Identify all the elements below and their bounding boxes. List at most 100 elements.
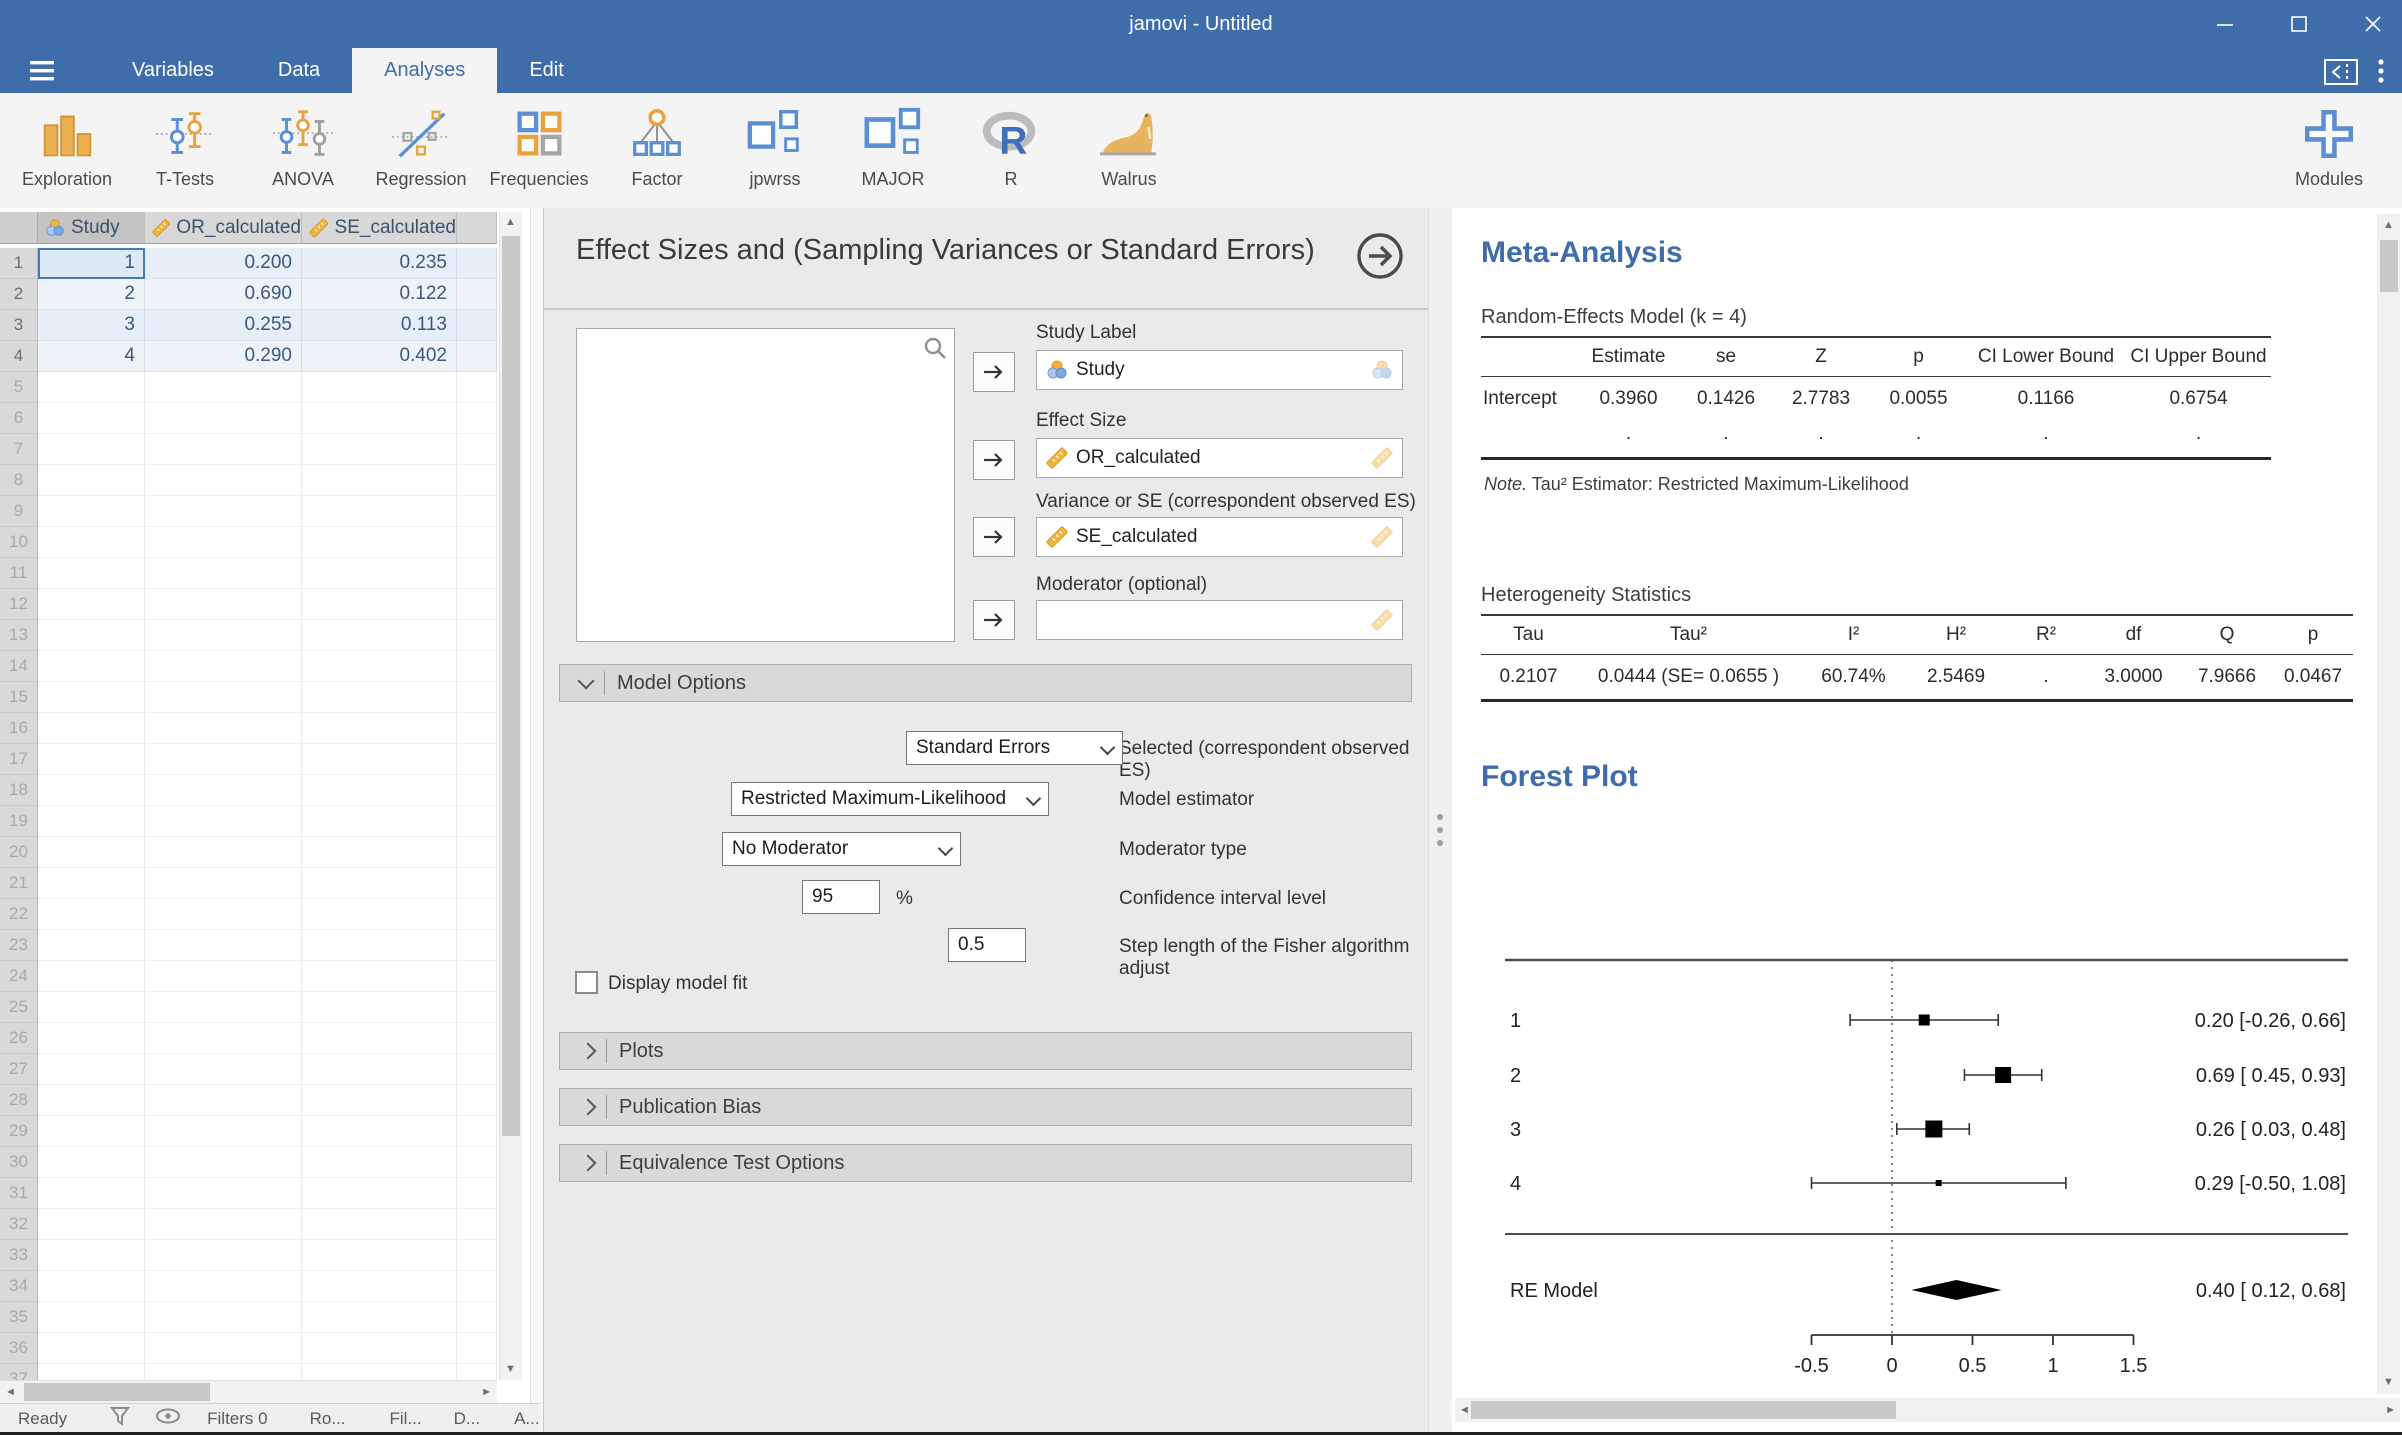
column-header-or_calculated[interactable]: OR_calculated xyxy=(145,212,302,244)
ribbon-item-anova[interactable]: ANOVA xyxy=(244,99,362,190)
grid-cell[interactable] xyxy=(457,992,497,1023)
row-number[interactable]: 31 xyxy=(0,1178,38,1209)
grid-cell[interactable] xyxy=(145,1333,302,1364)
ribbon-item-exploration[interactable]: Exploration xyxy=(8,99,126,190)
grid-cell[interactable] xyxy=(457,1085,497,1116)
display-model-fit-checkbox[interactable] xyxy=(575,971,598,994)
grid-cell[interactable] xyxy=(457,1054,497,1085)
grid-cell[interactable]: 0.122 xyxy=(302,279,457,310)
grid-cell[interactable] xyxy=(302,837,457,868)
equivalence-test-section-header[interactable]: Equivalence Test Options xyxy=(559,1144,1412,1182)
grid-cell[interactable] xyxy=(302,434,457,465)
grid-cell[interactable]: 0.235 xyxy=(302,248,457,279)
grid-cell[interactable] xyxy=(457,496,497,527)
tab-edit[interactable]: Edit xyxy=(497,48,595,93)
grid-cell[interactable] xyxy=(457,899,497,930)
minimize-button[interactable] xyxy=(2214,13,2236,35)
collapse-options-button[interactable] xyxy=(1354,230,1406,282)
grid-cell[interactable] xyxy=(38,1364,145,1380)
grid-cell[interactable] xyxy=(145,682,302,713)
grid-cell[interactable] xyxy=(457,372,497,403)
scroll-up-icon[interactable]: ▲ xyxy=(2383,220,2394,231)
grid-cell[interactable] xyxy=(145,744,302,775)
grid-cell[interactable] xyxy=(38,868,145,899)
scrollbar-thumb[interactable] xyxy=(502,236,520,1136)
grid-cell[interactable] xyxy=(302,1302,457,1333)
ribbon-item-regression[interactable]: Regression xyxy=(362,99,480,190)
grid-cell[interactable] xyxy=(38,1054,145,1085)
maximize-button[interactable] xyxy=(2288,13,2310,35)
grid-cell[interactable] xyxy=(457,310,497,341)
grid-cell[interactable] xyxy=(38,899,145,930)
grid-cell[interactable] xyxy=(457,713,497,744)
grid-cell[interactable] xyxy=(38,1333,145,1364)
row-number[interactable]: 19 xyxy=(0,806,38,837)
row-number[interactable]: 14 xyxy=(0,651,38,682)
estimator-dropdown[interactable]: Restricted Maximum-Likelihood xyxy=(731,782,1049,816)
grid-cell[interactable] xyxy=(457,403,497,434)
grid-cell[interactable] xyxy=(457,682,497,713)
grid-corner-cell[interactable] xyxy=(0,212,38,244)
publication-bias-section-header[interactable]: Publication Bias xyxy=(559,1088,1412,1126)
row-number[interactable]: 18 xyxy=(0,775,38,806)
grid-cell[interactable] xyxy=(38,434,145,465)
grid-cell[interactable] xyxy=(302,1364,457,1380)
grid-cell[interactable] xyxy=(145,868,302,899)
grid-cell[interactable] xyxy=(302,496,457,527)
row-number[interactable]: 37 xyxy=(0,1364,38,1380)
grid-cell[interactable] xyxy=(145,1209,302,1240)
grid-cell[interactable] xyxy=(302,1085,457,1116)
moderator-type-dropdown[interactable]: No Moderator xyxy=(722,832,961,866)
grid-cell[interactable] xyxy=(457,620,497,651)
data-grid[interactable]: Study OR_calculated SE_calculated 1 1 0.200 0.… xyxy=(0,212,497,1380)
row-number[interactable]: 20 xyxy=(0,837,38,868)
grid-cell[interactable] xyxy=(302,899,457,930)
grid-cell[interactable] xyxy=(302,744,457,775)
grid-cell[interactable] xyxy=(38,589,145,620)
grid-cell[interactable] xyxy=(145,1116,302,1147)
row-number[interactable]: 21 xyxy=(0,868,38,899)
study-label-field[interactable]: Study xyxy=(1036,350,1403,390)
grid-cell[interactable] xyxy=(302,868,457,899)
row-number[interactable]: 25 xyxy=(0,992,38,1023)
grid-cell[interactable]: 0.255 xyxy=(145,310,302,341)
app-menu-button[interactable] xyxy=(2376,57,2386,92)
grid-cell[interactable] xyxy=(145,1178,302,1209)
grid-cell[interactable] xyxy=(457,1364,497,1380)
scroll-up-icon[interactable]: ▲ xyxy=(505,217,516,228)
row-number[interactable]: 9 xyxy=(0,496,38,527)
search-icon[interactable] xyxy=(922,335,948,366)
eye-icon[interactable] xyxy=(155,1406,181,1431)
grid-cell[interactable] xyxy=(38,713,145,744)
grid-cell[interactable] xyxy=(302,403,457,434)
ribbon-item-frequencies[interactable]: Frequencies xyxy=(480,99,598,190)
grid-cell[interactable] xyxy=(145,1302,302,1333)
grid-cell[interactable] xyxy=(457,744,497,775)
sheet-horizontal-scrollbar[interactable]: ◄ ► xyxy=(0,1380,497,1403)
row-number[interactable]: 2 xyxy=(0,279,38,310)
grid-cell[interactable] xyxy=(457,589,497,620)
row-number[interactable]: 27 xyxy=(0,1054,38,1085)
assign-effect-size-button[interactable] xyxy=(973,440,1015,480)
grid-cell[interactable] xyxy=(145,992,302,1023)
grid-cell[interactable] xyxy=(302,589,457,620)
grid-cell[interactable] xyxy=(145,372,302,403)
modules-button[interactable]: Modules xyxy=(2270,99,2388,190)
grid-cell[interactable] xyxy=(457,1209,497,1240)
tab-data[interactable]: Data xyxy=(246,48,352,93)
grid-cell[interactable] xyxy=(38,465,145,496)
grid-cell[interactable] xyxy=(302,558,457,589)
grid-cell[interactable]: 0.690 xyxy=(145,279,302,310)
grid-cell[interactable] xyxy=(302,1178,457,1209)
ribbon-item-r[interactable]: RR xyxy=(952,99,1070,190)
grid-cell[interactable] xyxy=(302,1147,457,1178)
scroll-down-icon[interactable]: ▼ xyxy=(2383,1377,2394,1388)
grid-cell[interactable] xyxy=(302,620,457,651)
grid-cell[interactable] xyxy=(38,930,145,961)
grid-cell[interactable] xyxy=(302,930,457,961)
row-number[interactable]: 17 xyxy=(0,744,38,775)
row-number[interactable]: 32 xyxy=(0,1209,38,1240)
grid-cell[interactable] xyxy=(302,651,457,682)
scroll-down-icon[interactable]: ▼ xyxy=(505,1364,516,1375)
grid-cell[interactable] xyxy=(145,1271,302,1302)
